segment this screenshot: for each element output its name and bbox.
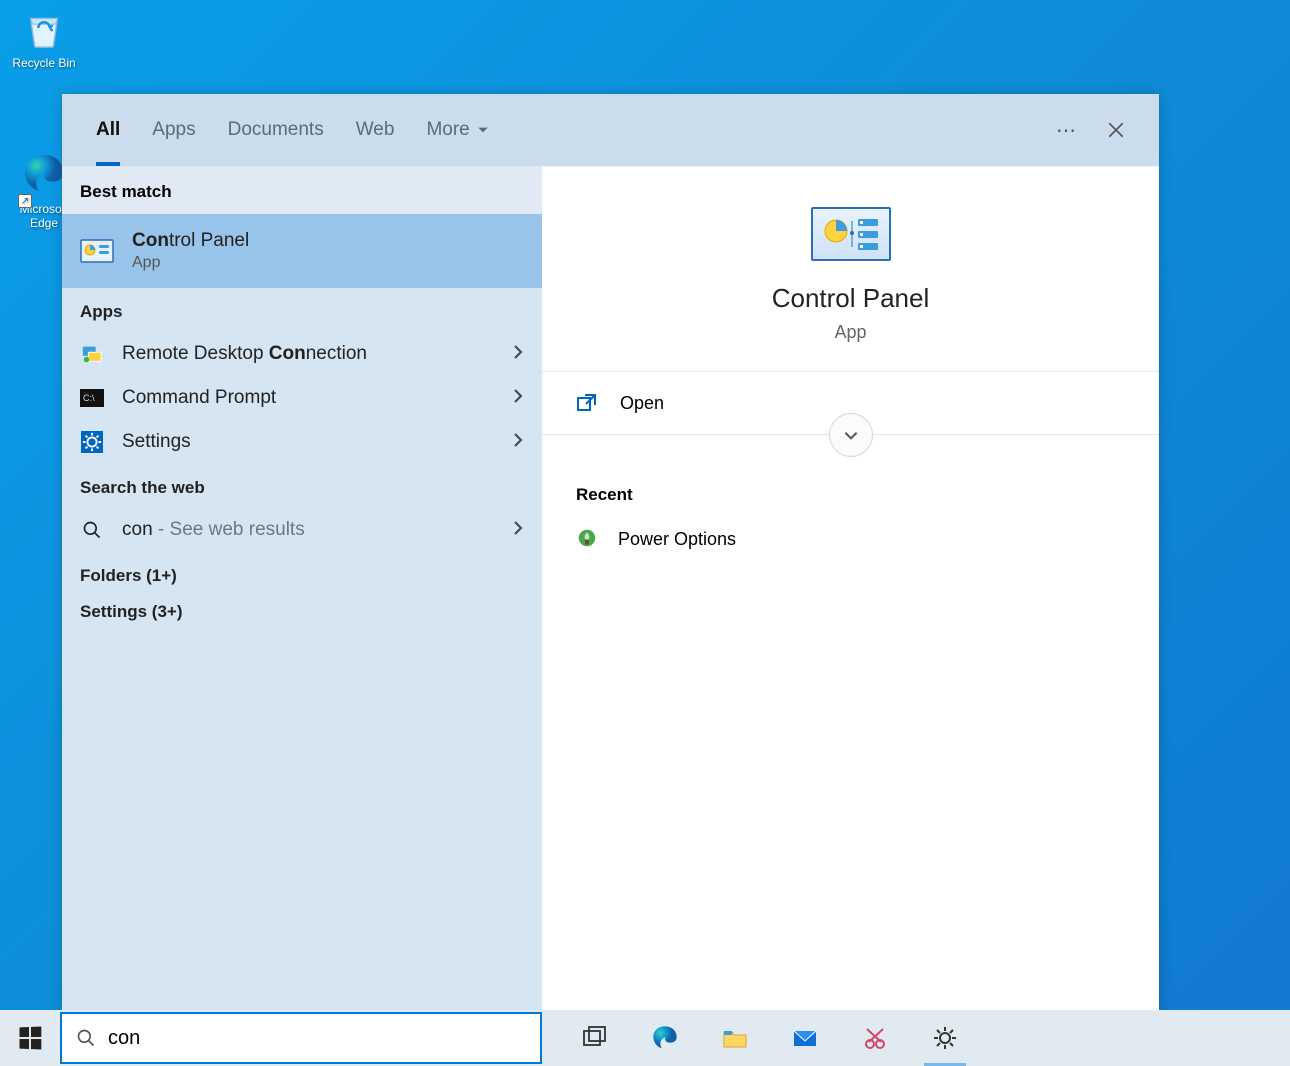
section-settings[interactable]: Settings (3+) [62, 596, 542, 632]
tab-more[interactable]: More [410, 94, 505, 166]
open-icon [576, 392, 598, 414]
taskbar-pinned [560, 1010, 980, 1066]
tab-apps[interactable]: Apps [136, 94, 211, 166]
taskbar-edge[interactable] [630, 1010, 700, 1066]
search-icon [76, 1028, 96, 1048]
task-view-icon [581, 1024, 609, 1052]
taskbar-settings[interactable] [910, 1010, 980, 1066]
result-title: con - See web results [122, 519, 512, 541]
result-subtitle: App [132, 254, 524, 272]
result-control-panel[interactable]: Control Panel App [62, 214, 542, 288]
edge-icon [20, 150, 68, 198]
result-title: Settings [122, 431, 512, 453]
search-icon [80, 518, 104, 542]
taskbar-search-box[interactable] [60, 1012, 542, 1064]
result-settings[interactable]: Settings [62, 420, 542, 464]
expand-actions-button[interactable] [829, 413, 873, 457]
snip-icon [861, 1024, 889, 1052]
windows-logo-icon [20, 1027, 42, 1050]
more-options-button[interactable]: ⋯ [1041, 105, 1091, 155]
taskbar-task-view[interactable] [560, 1010, 630, 1066]
search-panel: All Apps Documents Web More ⋯ Best match [62, 94, 1159, 1010]
close-button[interactable] [1091, 105, 1141, 155]
result-title: Command Prompt [122, 387, 512, 409]
section-folders[interactable]: Folders (1+) [62, 552, 542, 596]
close-icon [1107, 121, 1125, 139]
taskbar-mail[interactable] [770, 1010, 840, 1066]
power-options-icon [576, 527, 600, 551]
result-remote-desktop[interactable]: Remote Desktop Connection [62, 332, 542, 376]
control-panel-icon [80, 234, 114, 268]
result-title: Remote Desktop Connection [122, 343, 512, 365]
desktop-icon-recycle-bin[interactable]: Recycle Bin [6, 4, 82, 70]
section-best-match: Best match [62, 166, 542, 214]
recent-header: Recent [542, 457, 1159, 519]
recycle-bin-icon [20, 4, 68, 52]
mail-icon [791, 1024, 819, 1052]
action-open-label: Open [620, 393, 664, 414]
search-results-list: Best match Control Panel App Apps Rem [62, 166, 542, 1010]
search-tabs: All Apps Documents Web More ⋯ [62, 94, 1159, 166]
rdp-icon [80, 342, 104, 366]
section-search-web: Search the web [62, 464, 542, 508]
result-command-prompt[interactable]: C:\ Command Prompt [62, 376, 542, 420]
taskbar [0, 1010, 1290, 1066]
result-title: Control Panel [132, 230, 524, 252]
recent-item-power-options[interactable]: Power Options [542, 519, 1159, 559]
taskbar-file-explorer[interactable] [700, 1010, 770, 1066]
chevron-right-icon [512, 432, 524, 453]
preview-title: Control Panel [542, 283, 1159, 314]
chevron-down-icon [476, 123, 490, 137]
result-web-search[interactable]: con - See web results [62, 508, 542, 552]
desktop: Recycle Bin ↗ Microsoft Edge All Apps Do… [0, 0, 1290, 1066]
shortcut-overlay-icon: ↗ [18, 194, 32, 208]
chevron-right-icon [512, 520, 524, 541]
edge-icon [651, 1024, 679, 1052]
control-panel-large-icon [811, 207, 891, 261]
chevron-right-icon [512, 388, 524, 409]
settings-icon [80, 430, 104, 454]
recent-item-label: Power Options [618, 529, 736, 550]
svg-text:C:\: C:\ [83, 393, 95, 403]
search-preview-pane: Control Panel App Open Recent [542, 166, 1159, 1010]
start-button[interactable] [0, 1010, 60, 1066]
folder-icon [721, 1024, 749, 1052]
cmd-icon: C:\ [80, 386, 104, 410]
search-input[interactable] [108, 1014, 526, 1062]
section-apps: Apps [62, 288, 542, 332]
preview-subtitle: App [542, 322, 1159, 343]
tab-documents[interactable]: Documents [212, 94, 340, 166]
gear-icon [931, 1024, 959, 1052]
chevron-right-icon [512, 344, 524, 365]
desktop-icon-label: Recycle Bin [6, 56, 82, 70]
tab-web[interactable]: Web [340, 94, 411, 166]
taskbar-snip[interactable] [840, 1010, 910, 1066]
tab-more-label: More [426, 119, 469, 141]
chevron-down-icon [842, 426, 860, 444]
tab-all[interactable]: All [80, 94, 136, 166]
